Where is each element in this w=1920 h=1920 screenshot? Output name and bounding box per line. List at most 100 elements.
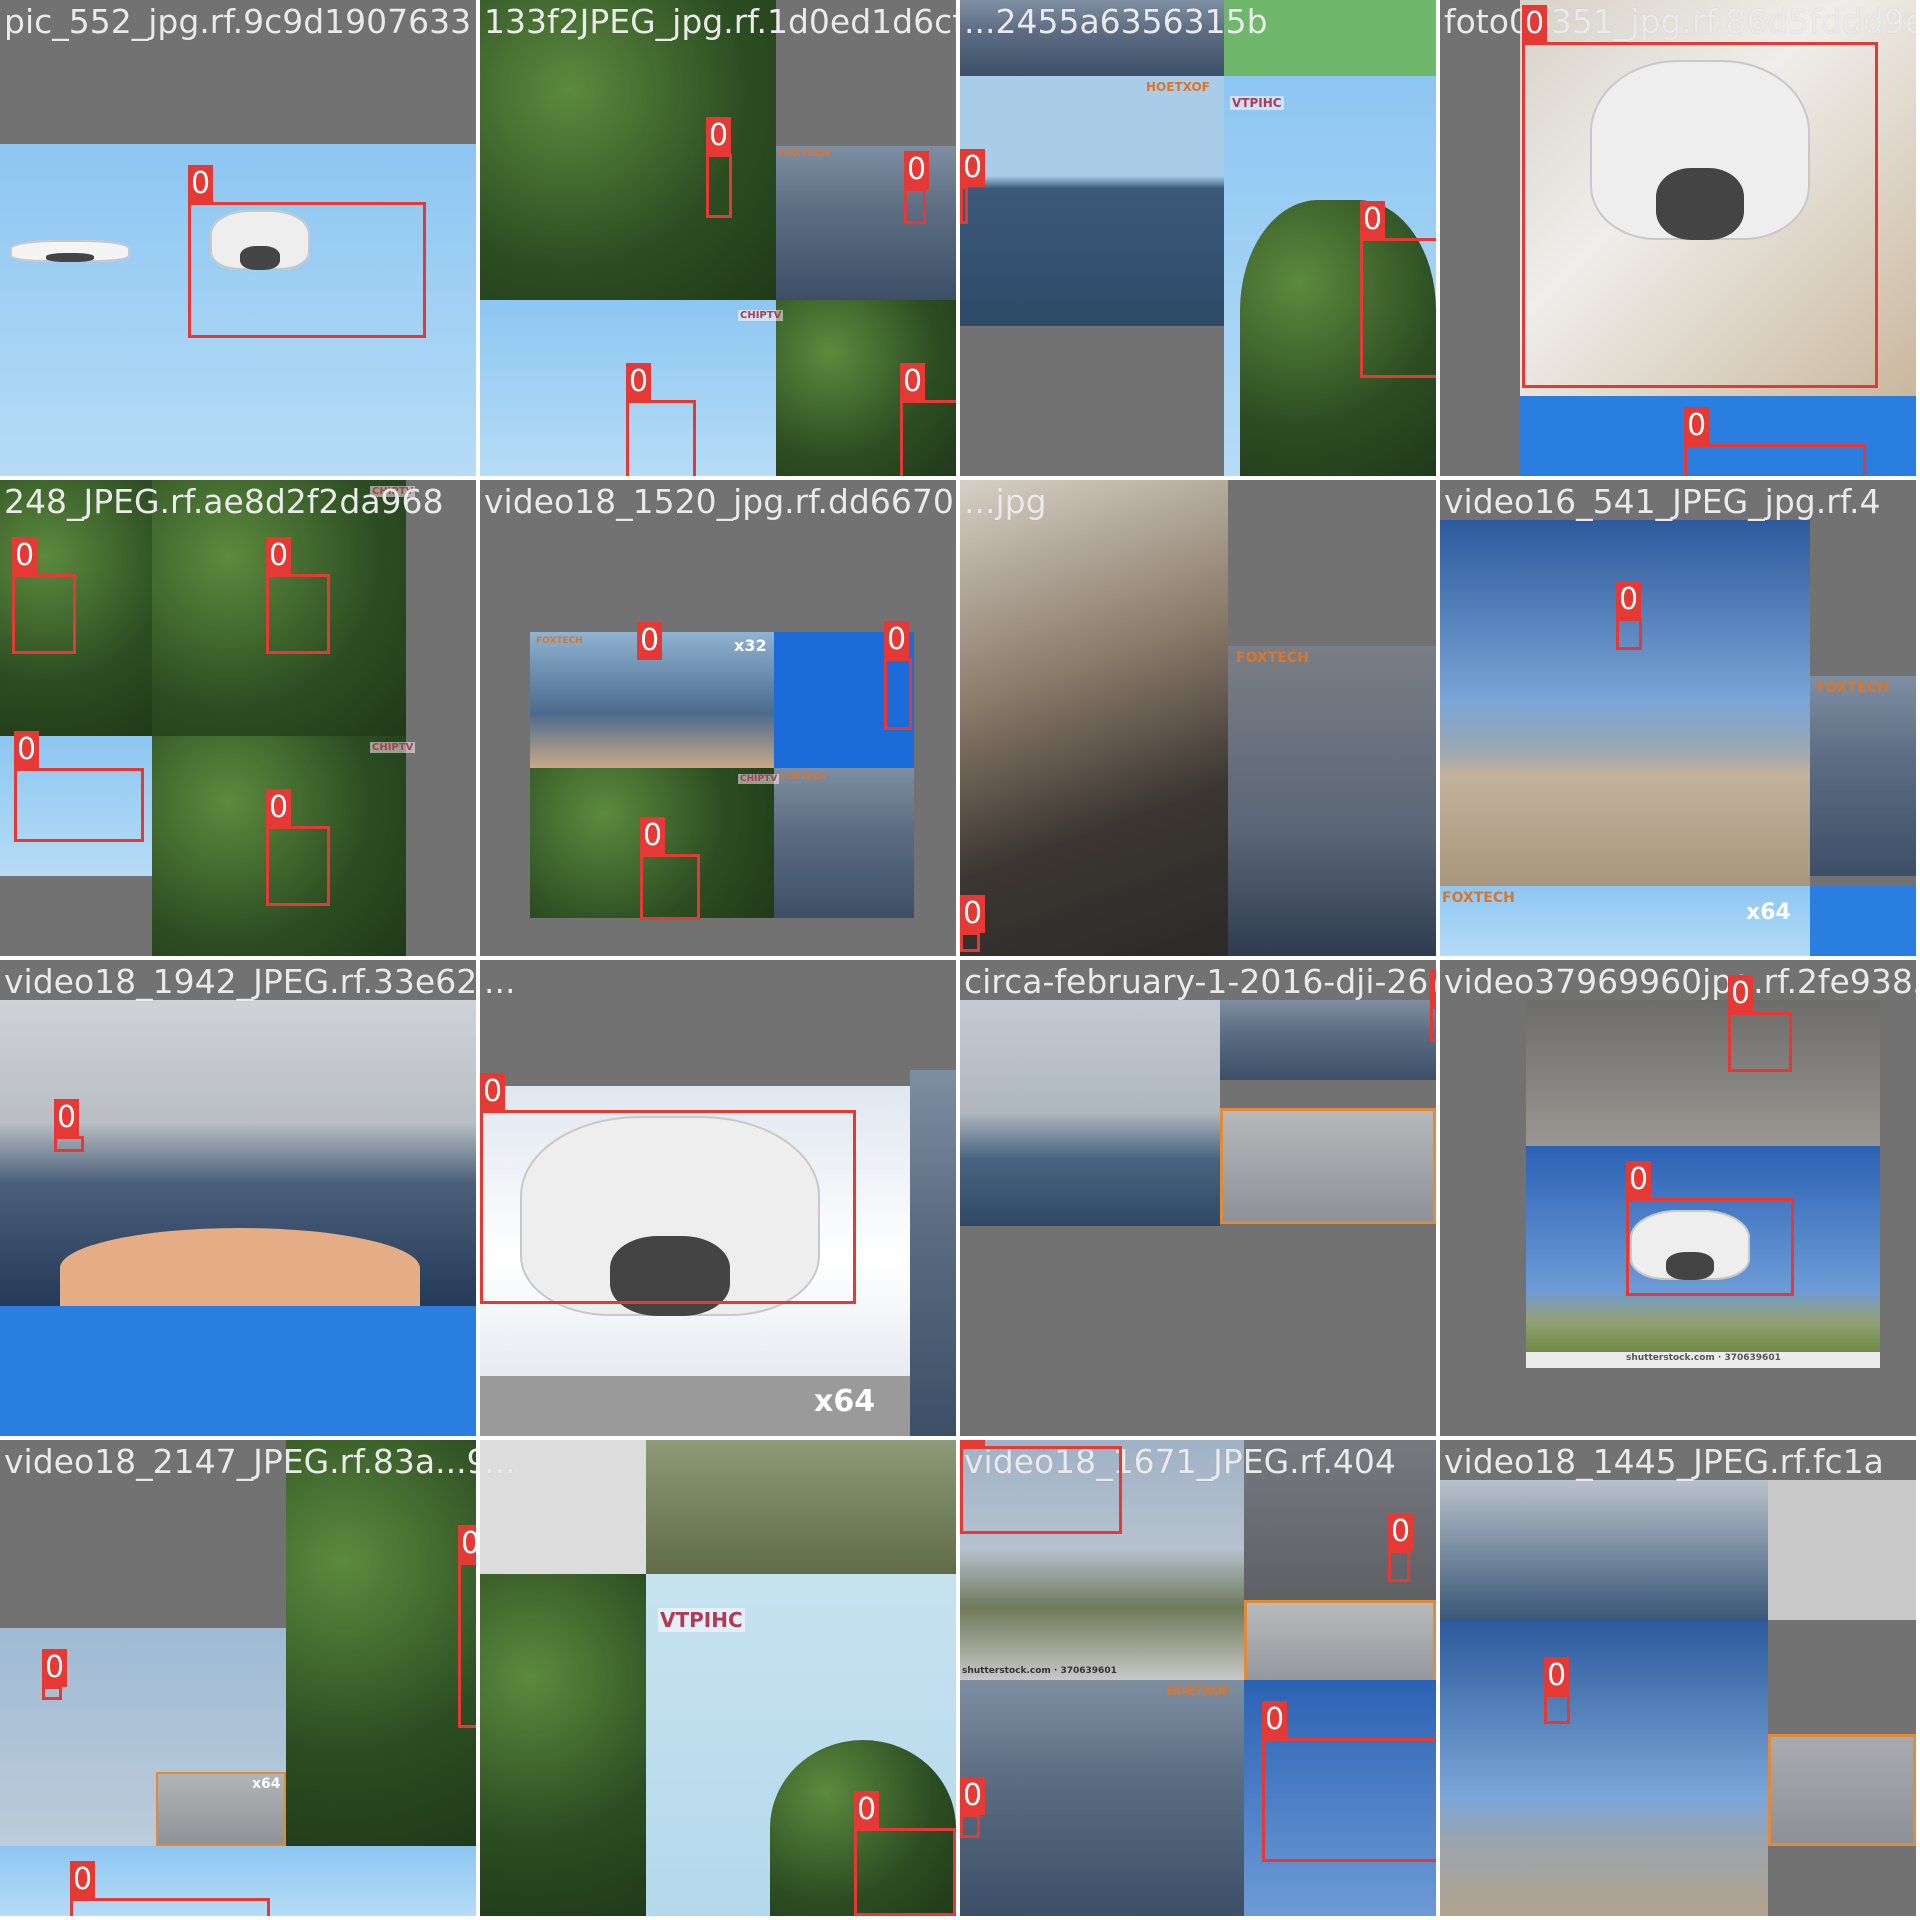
class-label: 0 [960,895,986,933]
bbox: 0 [42,1649,68,1700]
class-label: 0 [1626,1161,1652,1199]
bbox: 0 [1544,1657,1570,1724]
class-label: 0 [42,1649,68,1687]
mosaic-tile-1: 0 pic_552_jpg.rf.9c9d1907633 [0,0,476,476]
class-label: 0 [960,1440,986,1447]
mosaic-tile-7: FOXTECH 0 ...jpg [960,480,1436,956]
sea-image [960,1000,1220,1226]
shutterstock-watermark: shutterstock.com · 370639601 [962,1666,1117,1676]
bbox: 0 [1360,201,1436,378]
tile-label: ...jpg [964,482,1047,521]
class-label: 0 [1430,969,1436,1007]
class-label: 0 [640,817,666,855]
bbox: 0 [1388,1513,1414,1582]
shutterstock-watermark: shutterstock.com · 370639601 [1626,1353,1781,1363]
bbox: 0 [884,621,912,730]
mosaic-tile-6: FOXTECH x32 CHIPTV FOXTECH 0 0 0 video18… [480,480,956,956]
bbox: 0 [1430,969,1436,1042]
desert-image [1440,520,1810,886]
foxtech-watermark: FOXTECH [1442,890,1515,906]
class-label: 0 [1262,1701,1288,1739]
bbox: 0 [1626,1161,1794,1296]
tile-label: 133f2JPEG_jpg.rf.1d0ed1d6cf1ae [484,2,956,41]
tile-label: 248_JPEG.rf.ae8d2f2da968 [4,482,444,521]
bbox: 0 [1684,407,1866,476]
class-label: 0 [1544,1657,1570,1695]
class-label: 0 [480,1073,506,1111]
zoom-label: x32 [734,636,767,655]
foxtech-watermark: FOXTECH [1236,650,1309,666]
tile-label: ... [484,962,516,1001]
field-image [646,1440,956,1574]
foxtech-watermark: HOETXOF [1146,80,1210,94]
bbox: 0 [1728,975,1792,1072]
sea-image [1228,646,1436,956]
class-label: 0 [1360,201,1386,239]
bbox: 0 [54,1099,84,1152]
photo-image [1768,1734,1916,1846]
photo-image [1220,1108,1436,1224]
bbox: 0 [960,149,986,224]
tile-label: foto00351_jpg.rf.86d5fddd9e [1444,2,1916,41]
foxtech-watermark: FOXTECH [778,148,831,159]
tile-label: video16_541_JPEG_jpg.rf.4 [1444,482,1881,521]
desert-image [1440,1620,1768,1916]
bbox: 0 [1522,5,1878,388]
trees-image [286,1440,476,1846]
bbox: 0 [960,1777,986,1838]
class-label: 0 [626,363,652,401]
chiptv-watermark: CHIPTV [738,310,784,321]
mosaic-grid: 0 pic_552_jpg.rf.9c9d1907633 FOXTECH CHI… [0,0,1920,1920]
chiptv-watermark: VTPIHC [658,1608,745,1632]
mosaic-tile-11: 0 circa-february-1-2016-dji-260 [960,960,1436,1436]
foxtech-watermark: FOXTECH [536,636,583,646]
sky-image [1810,886,1916,956]
sea-image [910,1070,956,1436]
class-label: 0 [70,1861,96,1899]
class-label: 0 [960,149,986,187]
class-label: 0 [900,363,926,401]
sea-image [960,76,1224,326]
bbox: 0 [188,165,426,338]
bbox: 0 [458,1525,476,1728]
class-label: 0 [188,165,214,203]
bbox: 0 [14,731,144,842]
class-label: 0 [1616,581,1642,619]
mosaic-tile-2: FOXTECH CHIPTV 0 0 0 0 133f2JPEG_jpg.rf.… [480,0,956,476]
trees-image [480,0,776,300]
sea-image [1440,1480,1768,1620]
bbox: 0 [266,537,330,654]
class-label: 0 [706,117,732,155]
bbox: 0 [12,537,76,654]
mosaic-tile-3: HOETXOF VTPIHC 0 0 ...2455a6356315b [960,0,1436,476]
class-label: 0 [854,1791,880,1829]
class-label: 0 [960,1777,986,1815]
bbox: 0 [1262,1701,1436,1862]
class-label: 0 [884,621,910,659]
bbox: 0 [480,1073,856,1304]
zoom-label: x64 [814,1384,876,1419]
class-label: 0 [12,537,38,575]
tile-label: circa-february-1-2016-dji-260 [964,962,1436,1001]
mosaic-tile-8: FOXTECH FOXTECH x64 0 video16_541_JPEG_j… [1440,480,1916,956]
bbox: 0 [900,363,956,476]
chiptv-watermark: CHIPTV [370,742,416,753]
class-label: 0 [1388,1513,1414,1551]
bbox: 0 [1616,581,1642,650]
airplane-icon [10,240,130,262]
sky-image [0,1306,476,1436]
tile-label: ...2455a6356315b [964,2,1268,41]
tile-label: video18_2147_JPEG.rf.83a...96872jpg [4,1442,476,1481]
bbox: 0 [626,363,696,476]
chiptv-watermark: CHIPTV [738,774,780,784]
class-label: 0 [1684,407,1710,445]
tile-label: video18_1942_JPEG.rf.33e62245b9c8b9ced [4,962,476,1001]
boat-image [60,1228,420,1308]
class-label: 0 [14,731,40,769]
mosaic-tile-12: shutterstock.com · 370639601 0 0 video37… [1440,960,1916,1436]
mosaic-tile-4: 0 0 foto00351_jpg.rf.86d5fddd9e [1440,0,1916,476]
class-label: 0 [1522,5,1548,43]
mosaic-tile-13: x64 0 0 0 video18_2147_JPEG.rf.83a...968… [0,1440,476,1916]
bbox: 0 [706,117,732,218]
mosaic-tile-5: CHIPTV CHIPTV 0 0 0 0 248_JPEG.rf.ae8d2f… [0,480,476,956]
